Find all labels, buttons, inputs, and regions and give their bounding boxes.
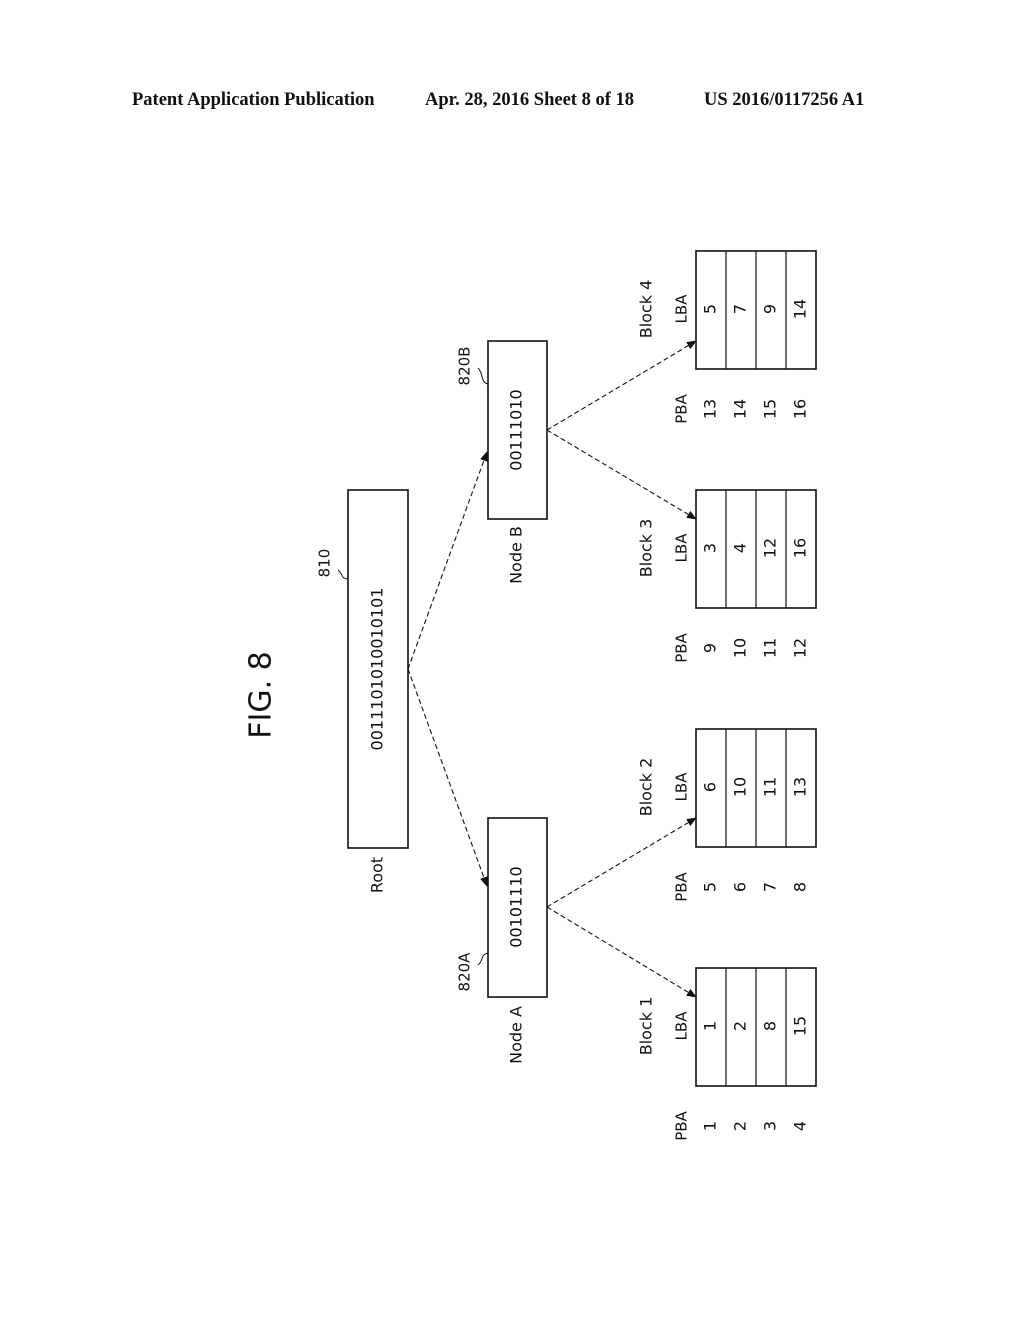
- lba-value: 8: [761, 1021, 780, 1031]
- pba-header: PBA: [673, 1110, 691, 1140]
- pba-value: 3: [761, 1121, 780, 1131]
- pba-value: 2: [731, 1121, 750, 1131]
- pba-value: 9: [701, 643, 720, 653]
- root-leader-line: [337, 569, 349, 580]
- lba-value: 7: [731, 304, 750, 314]
- block-2: Block 2 LBA PBA 6 10 11 13 5 6 7 8: [637, 728, 817, 902]
- pba-value: 13: [701, 399, 720, 419]
- pba-value: 11: [761, 638, 780, 658]
- pba-value: 8: [791, 882, 810, 892]
- node-b-bits: 00111010: [507, 389, 526, 470]
- root-bits: 0011101010010101: [368, 588, 387, 751]
- pba-value: 5: [701, 882, 720, 892]
- lba-value: 2: [731, 1021, 750, 1031]
- lba-value: 12: [761, 538, 780, 558]
- pba-value: 16: [791, 399, 810, 419]
- pba-value: 1: [701, 1121, 720, 1131]
- node-a-ref: 820A: [456, 952, 474, 992]
- arrow-node-b-to-block-3: [546, 429, 697, 520]
- block-1: Block 1 LBA PBA 1 2 8 15 1 2 3 4: [637, 967, 817, 1141]
- block-label: Block 3: [637, 519, 656, 578]
- lba-header: LBA: [673, 294, 691, 324]
- lba-header: LBA: [673, 533, 691, 563]
- arrow-root-to-node-a: [407, 668, 488, 887]
- pba-value: 15: [761, 399, 780, 419]
- figure-title: FIG. 8: [244, 651, 279, 739]
- node-a-bits: 00101110: [507, 866, 526, 947]
- pba-value: 10: [731, 638, 750, 658]
- arrow-root-to-node-b: [407, 451, 488, 670]
- pba-value: 7: [761, 882, 780, 892]
- blocks: Block 1 LBAPBA1 2 8 151 2 3 4Block 2 LBAPBA6 10 11…: [637, 250, 817, 1141]
- block-label: Block 1: [637, 997, 656, 1056]
- node-b-leader-line: [477, 367, 489, 385]
- pba-header: PBA: [673, 393, 691, 423]
- lba-value: 1: [701, 1021, 720, 1031]
- lba-value: 4: [731, 543, 750, 553]
- lba-value: 16: [791, 538, 810, 558]
- lba-value: 5: [701, 304, 720, 314]
- lba-value: 14: [791, 299, 810, 319]
- lba-value: 11: [761, 777, 780, 797]
- node-b: 00111010 Node B 820B: [456, 340, 548, 584]
- arrow-node-a-to-block-1: [546, 906, 697, 998]
- lba-header: LBA: [673, 1011, 691, 1041]
- block-label: Block 4: [637, 280, 656, 339]
- block-4: Block 4 LBA PBA 5 7 9 14 13 14 15 16: [637, 250, 817, 424]
- block-3: Block 3 LBA PBA 3 4 12 16 9 10 11 12: [637, 489, 817, 663]
- pba-value: 6: [731, 882, 750, 892]
- lba-value: 13: [791, 777, 810, 797]
- lba-header: LBA: [673, 772, 691, 802]
- lba-value: 3: [701, 543, 720, 553]
- node-b-ref: 820B: [456, 347, 474, 386]
- node-a-label: Node A: [507, 1006, 526, 1064]
- root-ref: 810: [316, 549, 334, 578]
- pba-header: PBA: [673, 632, 691, 662]
- pba-value: 12: [791, 638, 810, 658]
- node-a-leader-line: [477, 952, 489, 966]
- root-label: Root: [368, 857, 387, 893]
- lba-value: 6: [701, 782, 720, 792]
- pba-value: 14: [731, 399, 750, 419]
- node-b-label: Node B: [507, 526, 526, 584]
- block-label: Block 2: [637, 758, 656, 817]
- root-node: 0011101010010101 Root 810: [316, 489, 409, 893]
- figure-diagram: FIG. 8 0011101010010101 Root 810 0011101…: [244, 250, 817, 1141]
- lba-value: 15: [791, 1016, 810, 1036]
- pba-value: 4: [791, 1121, 810, 1131]
- lba-value: 9: [761, 304, 780, 314]
- node-a: 00101110 Node A 820A: [456, 817, 548, 1064]
- lba-value: 10: [731, 777, 750, 797]
- pba-header: PBA: [673, 871, 691, 901]
